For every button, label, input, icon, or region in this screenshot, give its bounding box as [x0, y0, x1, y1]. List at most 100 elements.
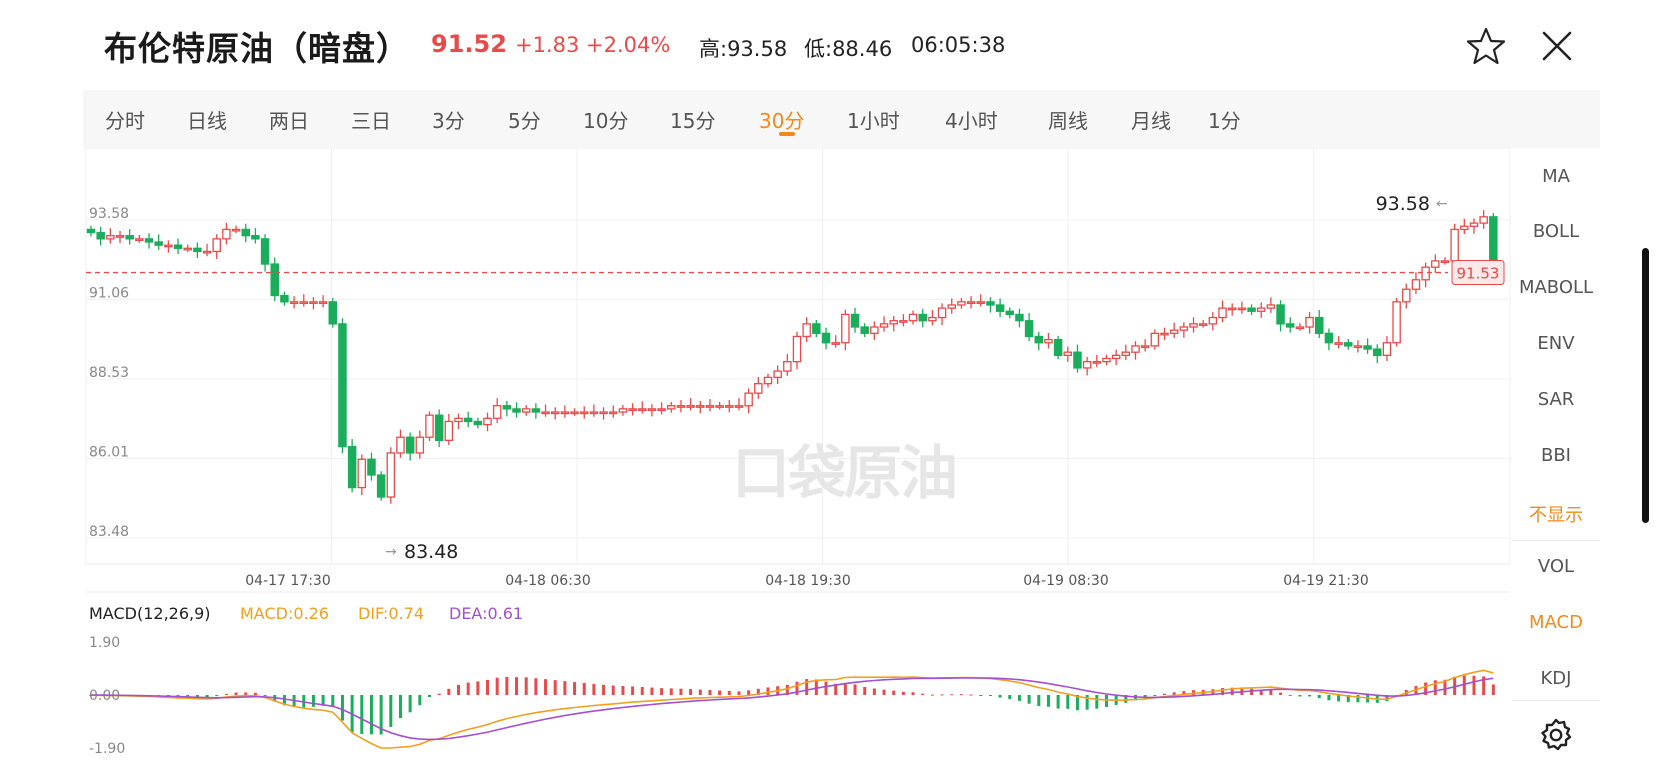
- settings-gear-icon[interactable]: [1537, 716, 1575, 754]
- candle-body: [1092, 360, 1102, 364]
- tab-12[interactable]: 月线: [1131, 105, 1171, 134]
- macd-bar: [573, 682, 577, 695]
- candle-body: [744, 392, 753, 407]
- macd-bar: [1046, 695, 1050, 707]
- y-tick-label: 88.53: [89, 365, 129, 381]
- macd-bar: [466, 682, 470, 695]
- candle-body: [492, 405, 502, 419]
- tab-13[interactable]: 1分: [1208, 105, 1241, 134]
- tab-3[interactable]: 三日: [351, 105, 391, 134]
- macd-bar: [398, 695, 402, 719]
- macd-bar: [611, 685, 615, 695]
- macd-bar: [640, 687, 644, 695]
- indicator-不显示[interactable]: 不显示: [1512, 501, 1600, 527]
- indicator-env[interactable]: ENV: [1512, 333, 1600, 354]
- candle-body: [425, 414, 434, 438]
- x-tick-label: 04-17 17:30: [245, 573, 330, 589]
- macd-bar: [457, 684, 461, 695]
- candle-body: [831, 342, 840, 345]
- candle-body: [841, 313, 850, 344]
- candle-body: [686, 405, 695, 408]
- macd-bar: [650, 687, 654, 695]
- tab-9[interactable]: 1小时: [847, 105, 900, 134]
- macd-bar: [563, 681, 567, 695]
- header: 布伦特原油（暗盘） 91.52 +1.83 +2.04% 高:93.58 低:8…: [0, 0, 1663, 88]
- tab-11[interactable]: 周线: [1048, 105, 1088, 134]
- candle-body: [889, 320, 898, 325]
- tab-4[interactable]: 3分: [432, 105, 465, 134]
- candle-body: [173, 244, 183, 249]
- macd-bar: [930, 694, 934, 696]
- candle-body: [550, 411, 560, 415]
- y-tick-label: 86.01: [89, 444, 129, 460]
- indicator-boll[interactable]: BOLL: [1512, 221, 1600, 242]
- candle-body: [705, 405, 715, 408]
- macd-title: MACD(12,26,9): [89, 604, 211, 623]
- tab-0[interactable]: 分时: [105, 105, 145, 134]
- tab-8[interactable]: 30分: [759, 105, 804, 134]
- tab-7[interactable]: 15分: [670, 105, 715, 134]
- macd-bar: [872, 688, 876, 695]
- macd-bar: [979, 695, 983, 696]
- candle-body: [1227, 307, 1237, 311]
- candle-body: [628, 408, 637, 412]
- macd-bar: [1269, 689, 1273, 695]
- divider: [1512, 540, 1600, 541]
- candle-body: [434, 414, 444, 442]
- scrollbar[interactable]: [1642, 248, 1649, 523]
- candle-body: [850, 313, 860, 328]
- candle-body: [347, 446, 357, 489]
- indicator-sar[interactable]: SAR: [1512, 389, 1600, 410]
- quote-time: 06:05:38: [911, 33, 1006, 57]
- candle-body: [541, 411, 550, 415]
- candle-body: [115, 235, 125, 238]
- candle-body: [1334, 342, 1343, 345]
- macd-bar: [843, 682, 847, 695]
- candle-body: [725, 405, 734, 408]
- candle-body: [1102, 357, 1111, 363]
- tab-2[interactable]: 两日: [269, 105, 309, 134]
- candle-body: [367, 458, 376, 476]
- page-title: 布伦特原油（暗盘）: [104, 29, 410, 68]
- candle-body: [125, 235, 134, 240]
- macd-bar: [988, 695, 992, 697]
- candle-body: [1053, 338, 1063, 357]
- indicator-bbi[interactable]: BBI: [1512, 445, 1600, 466]
- macd-y-tick: -1.90: [89, 741, 125, 757]
- candle-body: [222, 228, 231, 240]
- candle-body: [1015, 313, 1024, 322]
- sub-indicator-vol[interactable]: VOL: [1512, 556, 1600, 577]
- candle-body: [1198, 323, 1208, 327]
- macd-bar: [418, 695, 422, 706]
- watermark: 口袋原油: [732, 439, 956, 507]
- macd-bar: [1491, 684, 1495, 695]
- star-icon[interactable]: [1466, 26, 1506, 66]
- macd-bar: [389, 695, 393, 727]
- indicator-maboll[interactable]: MABOLL: [1512, 277, 1600, 298]
- indicator-ma[interactable]: MA: [1512, 166, 1600, 187]
- candle-body: [1237, 307, 1247, 311]
- macd-bar: [892, 690, 896, 695]
- sub-indicator-macd[interactable]: MACD: [1512, 612, 1600, 633]
- candle-body: [1276, 304, 1285, 325]
- candle-body: [1266, 304, 1276, 309]
- close-icon[interactable]: [1537, 26, 1577, 66]
- macd-y-tick: 1.90: [89, 635, 120, 651]
- candle-body: [966, 301, 976, 304]
- candle-body: [202, 250, 212, 254]
- tab-1[interactable]: 日线: [187, 105, 227, 134]
- tab-5[interactable]: 5分: [508, 105, 541, 134]
- candle-body: [1353, 345, 1363, 349]
- candle-body: [386, 452, 396, 498]
- candle-body: [754, 383, 763, 394]
- macd-bar: [1308, 695, 1312, 697]
- candle-body: [1363, 345, 1372, 350]
- tab-10[interactable]: 4小时: [945, 105, 998, 134]
- indicator-panel: MA BOLL MABOLL ENV SAR BBI 不显示 VOL MACD KDJ: [1512, 150, 1600, 768]
- candle-body: [1208, 316, 1218, 325]
- candle-body: [444, 420, 454, 442]
- candle-body: [212, 238, 221, 253]
- tab-6[interactable]: 10分: [583, 105, 628, 134]
- macd-bar: [331, 695, 335, 707]
- sub-indicator-kdj[interactable]: KDJ: [1512, 668, 1600, 689]
